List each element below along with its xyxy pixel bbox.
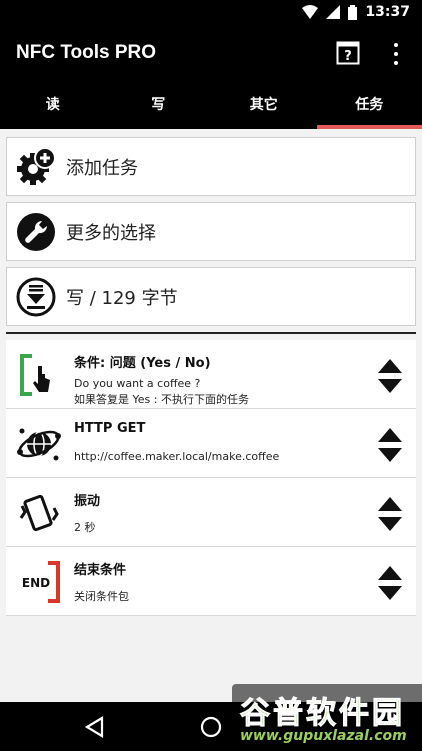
end-badge-text: END [22, 576, 50, 590]
task-title: 振动 [74, 494, 101, 509]
wifi-icon [302, 5, 319, 19]
task-row-condition[interactable]: 条件: 问题 (Yes / No) Do you want a coffee ?… [6, 340, 416, 409]
task-row-vibrate[interactable]: 振动 2 秒 [6, 478, 416, 547]
task-detail: 关闭条件包 [74, 590, 129, 603]
task-title: HTTP GET [74, 421, 146, 436]
wrench-icon [17, 212, 55, 251]
task-row-http-get[interactable]: HTTP GET http://coffee.maker.local/make.… [6, 409, 416, 478]
signal-icon [326, 5, 341, 19]
svg-text:?: ? [344, 49, 352, 64]
tab-write[interactable]: 写 [106, 83, 212, 129]
app-title: NFC Tools PRO [16, 42, 157, 63]
reorder-handle-icon[interactable] [378, 566, 402, 600]
watermark: 谷普软件园 www.gupuxlazal.com [232, 684, 422, 751]
watermark-brand: 谷普软件园 [240, 696, 405, 732]
more-options-button[interactable]: 更多的选择 [6, 202, 416, 261]
add-task-gear-icon [17, 146, 56, 185]
tab-other[interactable]: 其它 [211, 83, 317, 129]
app-toolbar: NFC Tools PRO ? [0, 27, 422, 83]
add-task-label: 添加任务 [66, 157, 138, 179]
overflow-menu-icon[interactable] [386, 41, 406, 67]
status-time: 13:37 [365, 4, 410, 20]
condition-touch-icon [20, 354, 50, 396]
tab-read[interactable]: 读 [0, 83, 106, 129]
section-divider [6, 332, 416, 334]
more-options-label: 更多的选择 [66, 222, 156, 244]
help-icon[interactable]: ? [336, 41, 360, 65]
back-icon[interactable] [84, 716, 104, 738]
home-icon[interactable] [200, 716, 222, 738]
tab-bar: 读 写 其它 任务 [0, 83, 422, 129]
task-title: 条件: 问题 (Yes / No) [74, 356, 211, 371]
end-condition-icon: END [22, 561, 60, 603]
reorder-handle-icon[interactable] [378, 428, 402, 462]
globe-network-icon [17, 428, 61, 461]
reorder-handle-icon[interactable] [378, 497, 402, 531]
status-bar: 13:37 [0, 0, 422, 27]
write-bytes-label: 写 / 129 字节 [66, 287, 178, 309]
task-title: 结束条件 [74, 563, 127, 578]
write-download-icon [16, 277, 56, 316]
task-row-end-condition[interactable]: END 结束条件 关闭条件包 [6, 547, 416, 616]
battery-icon [348, 4, 358, 20]
write-tag-button[interactable]: 写 / 129 字节 [6, 267, 416, 326]
task-list: 条件: 问题 (Yes / No) Do you want a coffee ?… [6, 340, 416, 616]
task-detail: 2 秒 [74, 521, 96, 534]
add-task-button[interactable]: 添加任务 [6, 137, 416, 196]
tab-tasks[interactable]: 任务 [316, 83, 422, 129]
vibrate-icon [19, 494, 59, 532]
task-detail: http://coffee.maker.local/make.coffee [74, 450, 280, 463]
reorder-handle-icon[interactable] [378, 359, 402, 393]
watermark-url: www.gupuxlazal.com [240, 728, 407, 744]
task-detail: 如果答复是 Yes : 不执行下面的任务 [74, 393, 249, 406]
task-detail: Do you want a coffee ? [74, 377, 201, 390]
